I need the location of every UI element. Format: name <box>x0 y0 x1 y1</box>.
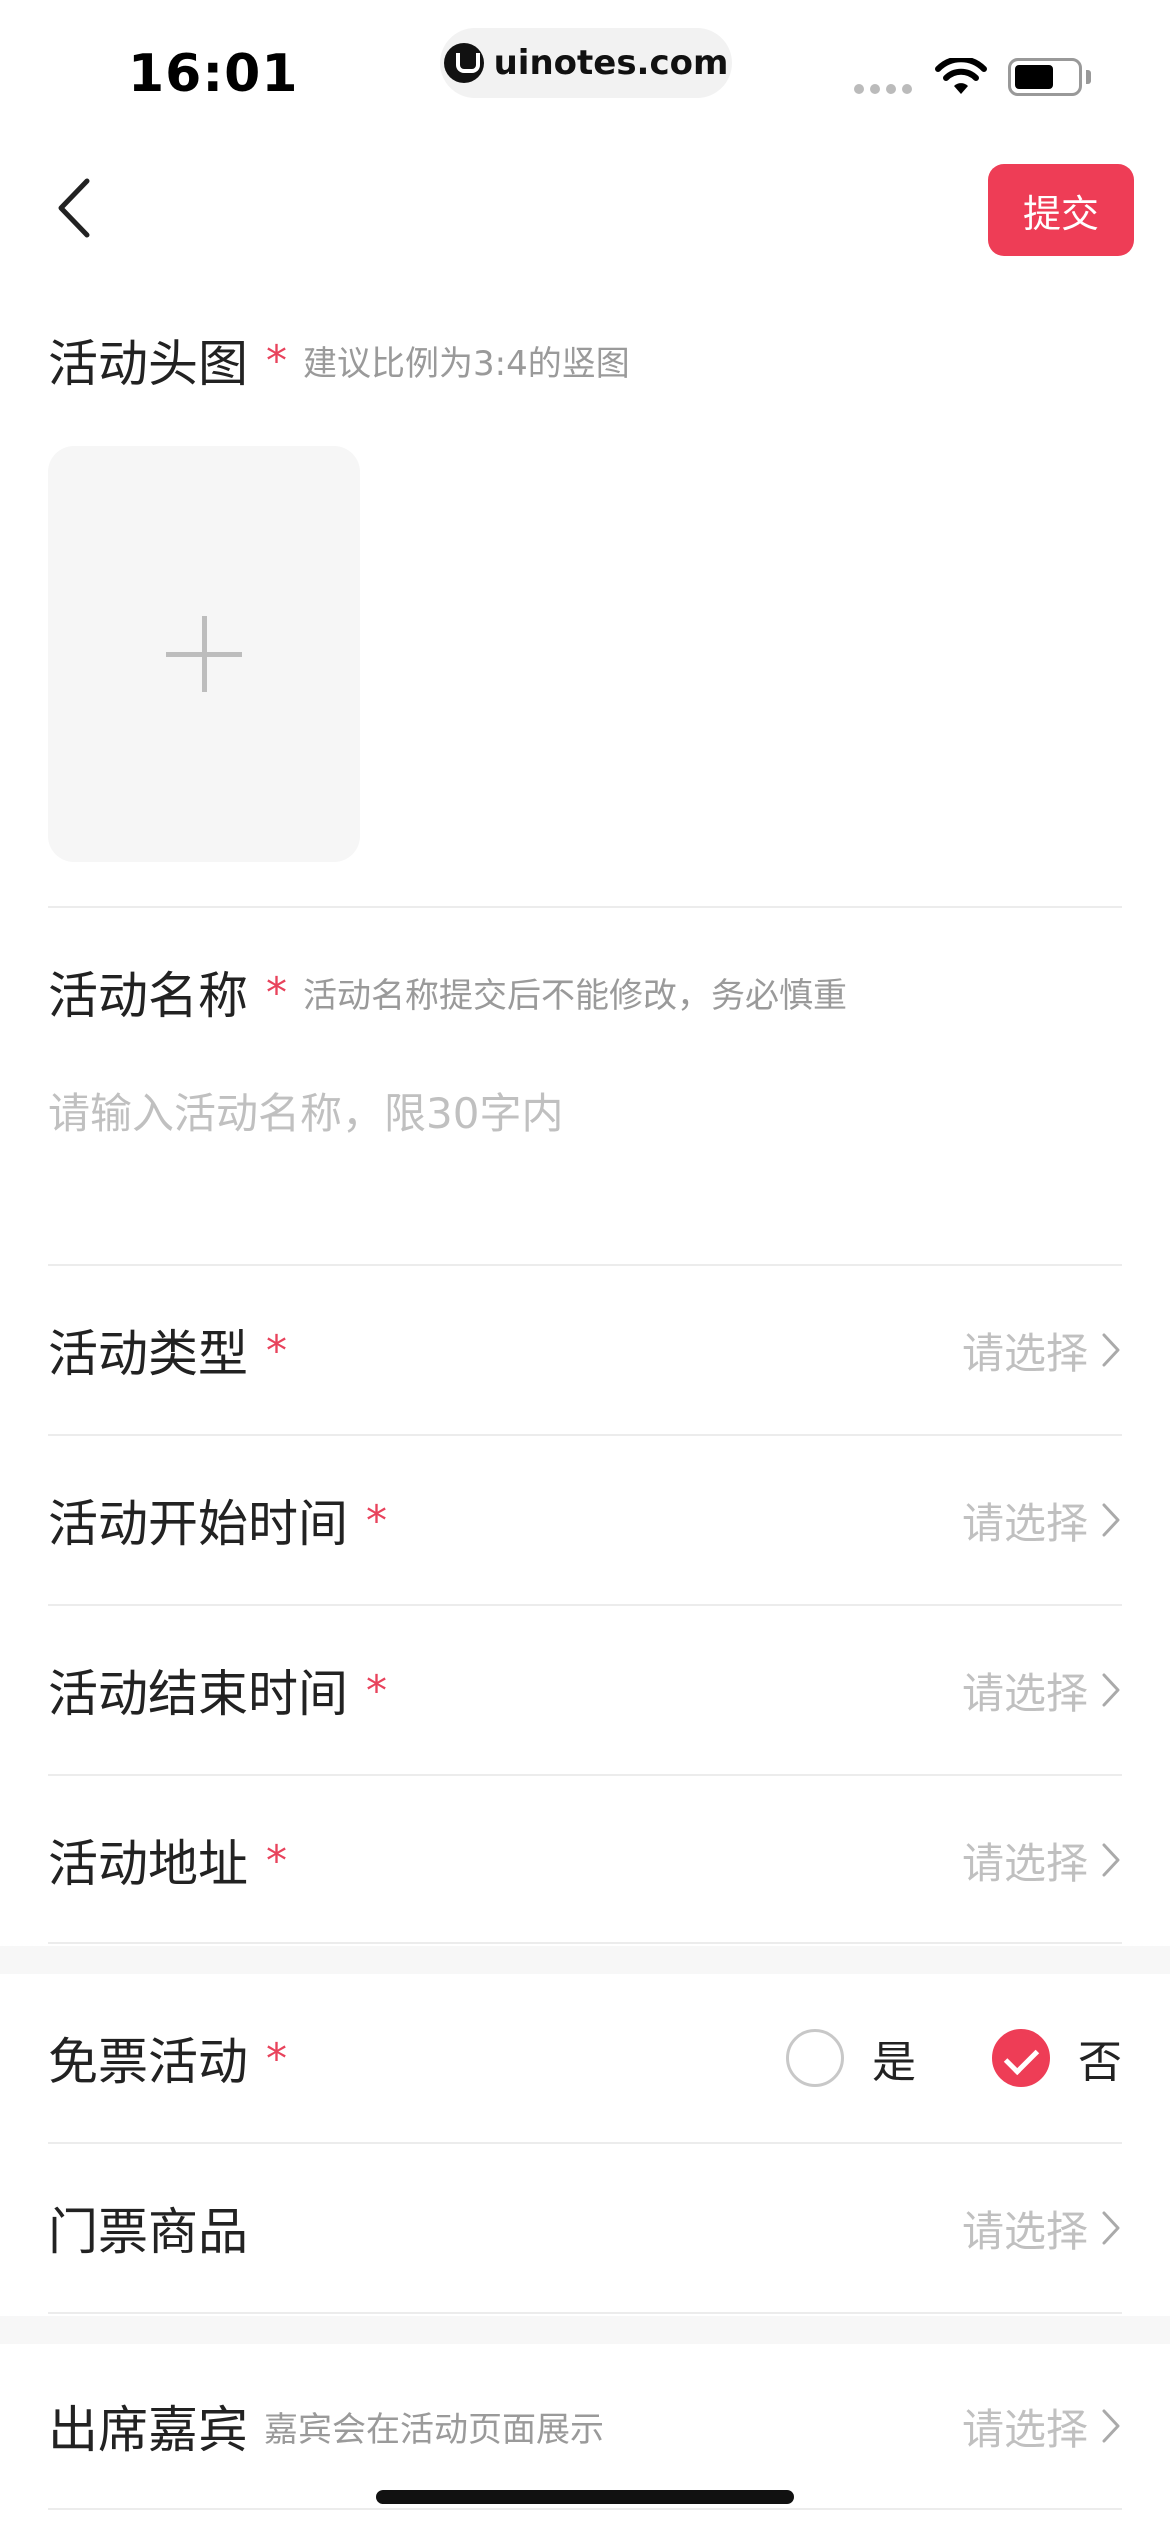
required-marker: * <box>366 1495 387 1545</box>
row-start-time[interactable]: 活动开始时间 * 请选择 <box>48 1436 1122 1604</box>
select-placeholder: 请选择 <box>961 2404 1088 2454</box>
chevron-right-icon <box>1102 2211 1120 2245</box>
chevron-right-icon <box>1102 1503 1120 1537</box>
radio-option-no[interactable]: 否 <box>992 2026 1122 2090</box>
cellular-signal-icon <box>854 84 912 94</box>
radio-checked-icon <box>992 2029 1050 2087</box>
chevron-right-icon <box>1102 1843 1120 1877</box>
site-logo-icon <box>443 43 484 83</box>
home-indicator[interactable] <box>376 2490 794 2504</box>
select-placeholder: 请选择 <box>961 1328 1088 1378</box>
status-bar: 16:01 uinotes.com <box>0 0 1170 140</box>
row-label: 门票商品 <box>48 2203 248 2261</box>
cover-upload-box[interactable] <box>48 446 360 862</box>
radio-unchecked-icon <box>786 2029 844 2087</box>
url-pill[interactable]: uinotes.com <box>440 28 732 98</box>
radio-label: 否 <box>1078 2037 1122 2088</box>
row-label: 活动地址 <box>48 1835 248 1893</box>
row-ticket-goods[interactable]: 门票商品 请选择 <box>48 2144 1122 2312</box>
url-text: uinotes.com <box>493 43 729 83</box>
activity-name-input[interactable] <box>48 1076 1122 1150</box>
required-marker: * <box>266 967 287 1017</box>
chevron-right-icon <box>1102 1673 1120 1707</box>
free-ticket-radio-group: 是 否 <box>728 2026 1122 2090</box>
battery-cap <box>1086 70 1091 84</box>
radio-option-yes[interactable]: 是 <box>786 2026 916 2090</box>
submit-button[interactable]: 提交 <box>988 164 1134 256</box>
divider <box>48 1942 1122 1944</box>
divider <box>48 906 1122 908</box>
row-label: 活动开始时间 <box>48 1495 348 1553</box>
required-marker: * <box>266 1325 287 1375</box>
radio-label: 是 <box>872 2037 916 2088</box>
name-header: 活动名称 * 活动名称提交后不能修改，务必慎重 <box>48 952 847 1032</box>
wifi-icon <box>935 58 987 94</box>
required-marker: * <box>266 1835 287 1885</box>
row-label: 免票活动 <box>48 2033 248 2091</box>
select-placeholder: 请选择 <box>961 1838 1088 1888</box>
divider <box>48 2312 1122 2314</box>
row-address[interactable]: 活动地址 * 请选择 <box>48 1776 1122 1944</box>
name-hint: 活动名称提交后不能修改，务必慎重 <box>303 975 847 1016</box>
plus-icon <box>166 616 242 692</box>
name-label: 活动名称 <box>48 967 248 1025</box>
row-label: 活动结束时间 <box>48 1665 348 1723</box>
section-gap <box>0 1946 1170 1974</box>
divider <box>48 2508 1122 2510</box>
chevron-right-icon <box>1102 1333 1120 1367</box>
status-time: 16:01 <box>128 44 299 104</box>
cover-label: 活动头图 <box>48 335 248 393</box>
required-marker: * <box>266 335 287 385</box>
select-placeholder: 请选择 <box>961 1498 1088 1548</box>
row-free-ticket: 免票活动 * 是 否 <box>48 1974 1122 2142</box>
row-label: 出席嘉宾 <box>48 2401 248 2459</box>
row-activity-type[interactable]: 活动类型 * 请选择 <box>48 1266 1122 1434</box>
required-marker: * <box>366 1665 387 1715</box>
cover-header: 活动头图 * 建议比例为3:4的竖图 <box>48 320 630 400</box>
cover-hint: 建议比例为3:4的竖图 <box>303 343 630 384</box>
row-guests[interactable]: 出席嘉宾 嘉宾会在活动页面展示 请选择 <box>48 2342 1122 2510</box>
guests-hint: 嘉宾会在活动页面展示 <box>264 2409 604 2450</box>
row-label: 活动类型 <box>48 1325 248 1383</box>
row-end-time[interactable]: 活动结束时间 * 请选择 <box>48 1606 1122 1774</box>
battery-icon <box>1008 58 1082 96</box>
chevron-left-icon <box>58 178 90 238</box>
select-placeholder: 请选择 <box>961 1668 1088 1718</box>
select-placeholder: 请选择 <box>961 2206 1088 2256</box>
chevron-right-icon <box>1102 2409 1120 2443</box>
section-gap <box>0 2316 1170 2344</box>
required-marker: * <box>266 2033 287 2083</box>
back-button[interactable] <box>40 168 110 248</box>
